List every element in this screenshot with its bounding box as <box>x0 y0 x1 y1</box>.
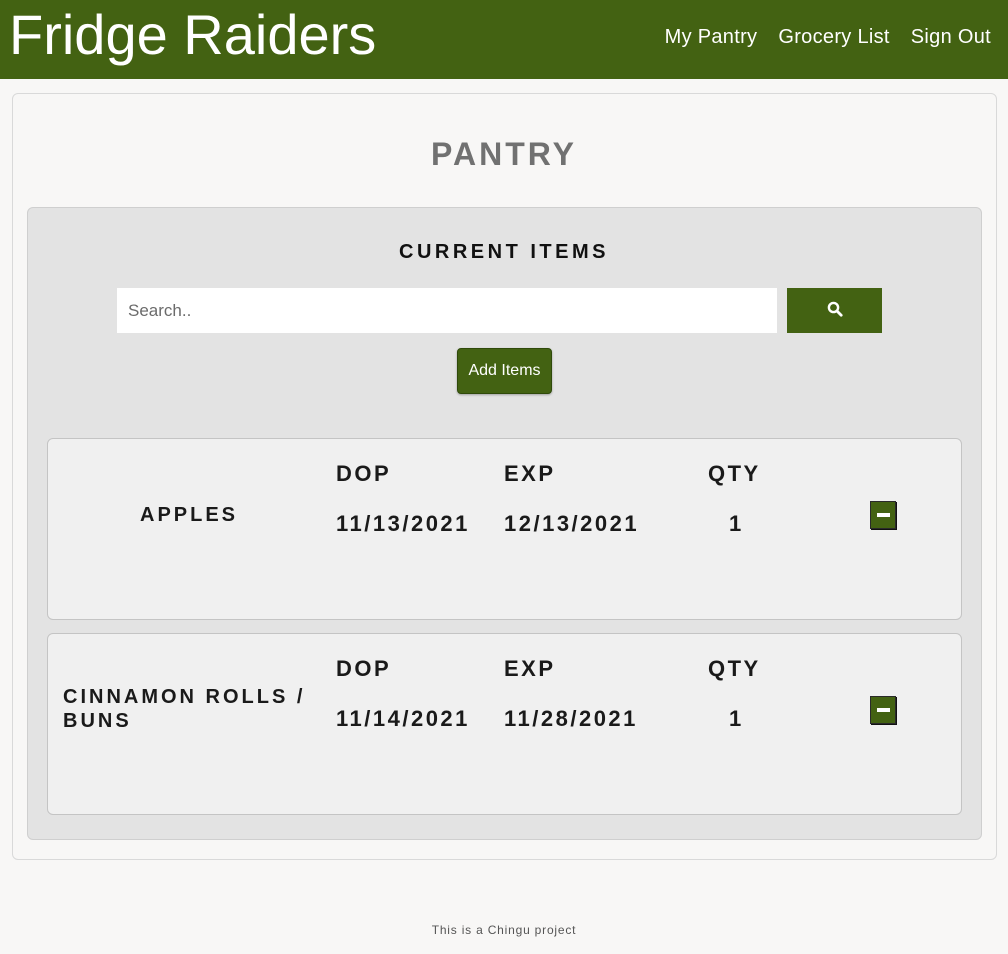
dop-value: 11/13/2021 <box>336 511 470 536</box>
page-title: PANTRY <box>431 136 577 172</box>
pantry-item-card: APPLES DOP EXP QTY 11/13/2021 12/13/2021… <box>47 438 962 620</box>
nav-grocery-list[interactable]: Grocery List <box>778 25 889 49</box>
exp-value: 12/13/2021 <box>504 511 640 536</box>
exp-header: EXP <box>504 656 556 681</box>
exp-header: EXP <box>504 461 556 486</box>
nav-links: My Pantry Grocery List Sign Out <box>665 25 991 49</box>
footer-text: This is a Chingu project <box>431 923 577 937</box>
item-name-line: BUNS <box>63 710 132 732</box>
dop-header: DOP <box>336 656 392 681</box>
remove-item-button[interactable] <box>870 696 896 724</box>
section-title: CURRENT ITEMS <box>399 241 609 263</box>
qty-header: QTY <box>708 461 761 486</box>
remove-item-button[interactable] <box>870 501 896 529</box>
dop-value: 11/14/2021 <box>336 706 470 731</box>
brand-logo[interactable]: Fridge Raiders <box>9 2 376 68</box>
item-name-line: CINNAMON ROLLS / <box>63 686 306 708</box>
pantry-item-card: CINNAMON ROLLS / BUNS DOP EXP QTY 11/14/… <box>47 633 962 815</box>
minus-icon <box>876 708 890 712</box>
qty-header: QTY <box>708 656 761 681</box>
item-name: CINNAMON ROLLS / BUNS <box>63 685 305 733</box>
nav-my-pantry[interactable]: My Pantry <box>665 25 758 49</box>
search-input[interactable] <box>117 288 777 333</box>
item-name: APPLES <box>140 504 239 526</box>
search-icon <box>827 301 843 320</box>
navbar: Fridge Raiders My Pantry Grocery List Si… <box>0 0 1008 79</box>
add-items-button[interactable]: Add Items <box>457 348 552 394</box>
nav-sign-out[interactable]: Sign Out <box>911 25 991 49</box>
qty-value: 1 <box>729 706 744 731</box>
qty-value: 1 <box>729 511 744 536</box>
exp-value: 11/28/2021 <box>504 706 638 731</box>
dop-header: DOP <box>336 461 392 486</box>
minus-icon <box>876 513 890 517</box>
search-button[interactable] <box>787 288 882 333</box>
